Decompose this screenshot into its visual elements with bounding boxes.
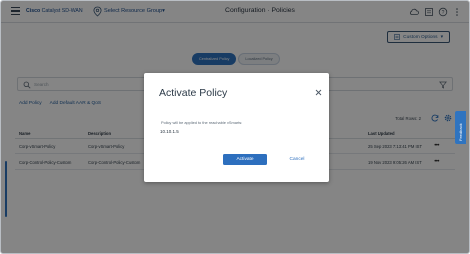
vsmart-ip: 10.10.1.5 [160, 129, 179, 134]
feedback-label: Feedback [458, 123, 463, 141]
activate-button[interactable]: Activate [223, 154, 267, 165]
app-window: Cisco Catalyst SD-WAN Select Resource Gr… [0, 0, 470, 254]
cancel-button[interactable]: Cancel [282, 154, 312, 165]
activate-policy-dialog: Activate Policy Policy will be applied t… [144, 73, 329, 182]
dialog-title: Activate Policy [159, 87, 228, 99]
feedback-tab[interactable]: Feedback [455, 111, 466, 144]
dialog-message: Policy will be applied to the reachable … [161, 120, 243, 125]
close-icon[interactable] [315, 89, 322, 96]
